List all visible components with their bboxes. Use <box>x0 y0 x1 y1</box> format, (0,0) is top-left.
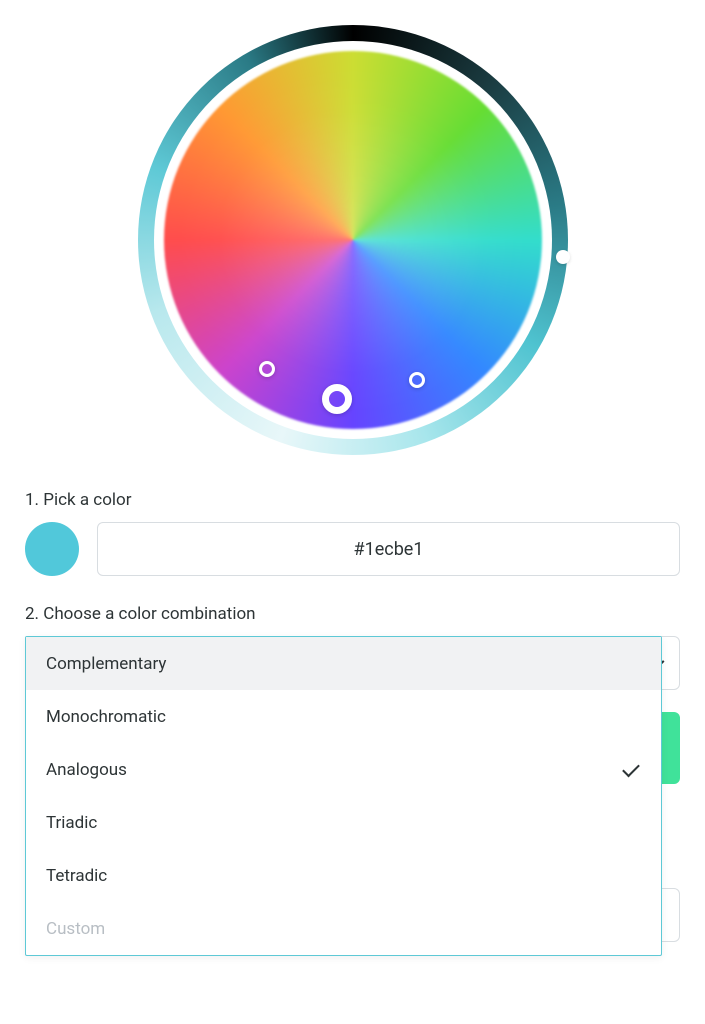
dropdown-option-analogous[interactable]: Analogous <box>26 743 661 796</box>
dropdown-option-complementary[interactable]: Complementary <box>26 637 661 690</box>
ring-handle[interactable] <box>556 250 570 264</box>
check-icon <box>621 760 641 780</box>
hex-input[interactable] <box>97 522 680 576</box>
color-picker-aux-1[interactable] <box>259 361 275 377</box>
color-swatch[interactable] <box>25 522 79 576</box>
color-picker-main[interactable] <box>322 384 352 414</box>
option-label: Monochromatic <box>46 707 166 727</box>
dropdown-option-tetradic[interactable]: Tetradic <box>26 849 661 902</box>
hue-disc[interactable] <box>164 51 542 429</box>
option-label: Custom <box>46 919 105 939</box>
option-label: Complementary <box>46 654 166 674</box>
dropdown-option-triadic[interactable]: Triadic <box>26 796 661 849</box>
option-label: Analogous <box>46 760 127 780</box>
option-label: Tetradic <box>46 866 107 886</box>
color-picker-aux-2[interactable] <box>409 372 425 388</box>
dropdown-option-monochromatic[interactable]: Monochromatic <box>26 690 661 743</box>
step-2-label: 2. Choose a color combination <box>25 604 680 624</box>
dropdown-option-custom[interactable]: Custom <box>26 902 661 955</box>
step-1-label: 1. Pick a color <box>25 490 680 510</box>
color-wheel[interactable] <box>25 25 680 455</box>
option-label: Triadic <box>46 813 97 833</box>
combination-dropdown: Complementary Monochromatic Analogous Tr… <box>25 636 662 956</box>
